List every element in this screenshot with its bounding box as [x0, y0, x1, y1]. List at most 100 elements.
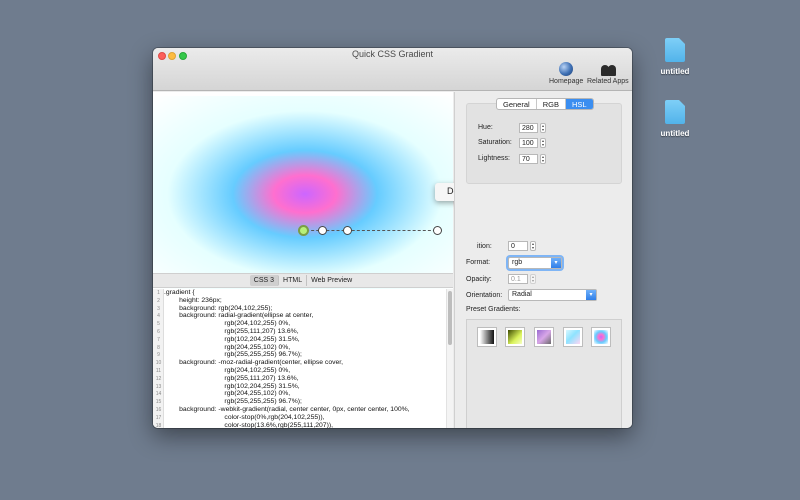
code-text: rgb(204,255,102) 0%, — [164, 343, 291, 351]
format-select[interactable]: rgb ▾ — [508, 257, 562, 269]
people-icon — [599, 62, 617, 76]
hsl-group: Hue: 280 ▴ ▾ Saturation: 100 ▴ ▾ Lightness… — [466, 103, 622, 184]
code-text: rgb(255,111,207) 13.6%, — [164, 374, 299, 382]
preset-swatch-3[interactable] — [534, 327, 554, 347]
tab-html[interactable]: HTML — [279, 275, 308, 286]
code-line: 10 background: -moz-radial-gradient(cent… — [153, 359, 446, 367]
saturation-label: Saturation: — [478, 139, 512, 146]
saturation-input[interactable]: 100 — [519, 138, 538, 148]
code-text: background: -webkit-gradient(radial, cen… — [164, 405, 410, 413]
chevron-down-icon: ▾ — [551, 258, 561, 268]
globe-icon — [559, 62, 574, 76]
related-apps-button[interactable]: Related Apps — [587, 62, 629, 85]
code-editor[interactable]: 1 .gradient {2 height: 236px; 3 background… — [153, 289, 453, 428]
tab-css3[interactable]: CSS 3 — [249, 275, 280, 286]
preset-swatch-4[interactable] — [563, 327, 583, 347]
code-line: 1 .gradient { — [153, 289, 446, 297]
code-line: 18 color-stop(13.6%,rgb(255,111,207)), — [153, 422, 446, 428]
code-line: 14 rgb(204,255,102) 0%, — [153, 390, 446, 398]
code-text: background: radial-gradient(ellipse at c… — [164, 312, 314, 320]
code-text: rgb(204,102,255) 0%, — [164, 366, 291, 374]
code-line: 13 rgb(102,204,255) 31.5%, — [153, 383, 446, 391]
desktop-file-label: untitled — [660, 129, 690, 138]
code-line: 11 rgb(204,102,255) 0%, — [153, 367, 446, 375]
hue-label: Hue: — [478, 124, 493, 131]
document-icon — [665, 100, 685, 124]
settings-panel: Hue: 280 ▴ ▾ Saturation: 100 ▴ ▾ Lightness… — [454, 92, 632, 428]
lightness-stepper[interactable]: ▴ ▾ — [540, 154, 546, 164]
code-text: height: 236px; — [164, 296, 222, 304]
code-tab-bar: CSS 3 HTML Web Preview — [153, 273, 453, 288]
homepage-label: Homepage — [549, 78, 584, 85]
document-icon — [665, 38, 685, 62]
code-line: 12 rgb(255,111,207) 13.6%, — [153, 375, 446, 383]
hue-stepper[interactable]: ▴ ▾ — [540, 123, 546, 133]
code-text: background: rgb(204,102,255); — [164, 304, 273, 312]
position-input[interactable]: 0 — [508, 241, 528, 251]
hue-input[interactable]: 280 — [519, 123, 538, 133]
code-text: color-stop(13.6%,rgb(255,111,207)), — [164, 421, 333, 428]
code-line: 16 background: -webkit-gradient(radial, … — [153, 406, 446, 414]
code-scrollbar[interactable] — [446, 289, 453, 428]
code-line: 7 rgb(102,204,255) 31.5%, — [153, 336, 446, 344]
code-line: 3 background: rgb(204,102,255); — [153, 305, 446, 313]
color-mode-segmented: General RGB HSL — [496, 98, 594, 110]
gradient-stop-handle[interactable] — [433, 226, 442, 235]
desktop-file-icon-2[interactable]: untitled — [645, 100, 705, 138]
code-line: 4 background: radial-gradient(ellipse at… — [153, 312, 446, 320]
related-apps-label: Related Apps — [587, 78, 629, 85]
preset-swatch-2[interactable] — [505, 327, 525, 347]
code-line: 8 rgb(204,255,102) 0%, — [153, 344, 446, 352]
code-text: rgb(102,204,255) 31.5%, — [164, 382, 300, 390]
orientation-label: Orientation: — [466, 292, 503, 299]
desktop-file-icon-1[interactable]: untitled — [645, 38, 705, 76]
scrollbar-thumb[interactable] — [448, 291, 452, 345]
format-label: Format: — [466, 259, 491, 266]
preset-swatch-5[interactable] — [591, 327, 611, 347]
gradient-stop-handle-active[interactable] — [298, 225, 309, 236]
app-window: Quick CSS Gradient Homepage Related Apps… — [153, 48, 632, 428]
code-line: 15 rgb(255,255,255) 96.7%); — [153, 398, 446, 406]
position-label: ition: — [477, 243, 492, 250]
opacity-stepper[interactable]: ▴ ▾ — [530, 274, 536, 284]
gradient-canvas — [153, 96, 453, 292]
title-bar: Quick CSS Gradient Homepage Related Apps — [153, 48, 632, 91]
code-text: rgb(255,255,255) 96.7%); — [164, 398, 302, 406]
code-line: 2 height: 236px; — [153, 297, 446, 305]
gradient-stop-handle[interactable] — [343, 226, 352, 235]
tab-general[interactable]: General — [497, 99, 537, 109]
orientation-select[interactable]: Radial ▾ — [508, 289, 597, 301]
code-text: background: -moz-radial-gradient(center,… — [164, 359, 344, 367]
code-line: 17 color-stop(0%,rgb(204,102,255)), — [153, 414, 446, 422]
opacity-input[interactable]: 0.1 — [508, 274, 528, 284]
code-text: rgb(204,255,102) 0%, — [164, 390, 291, 398]
code-text: rgb(204,102,255) 0%, — [164, 320, 291, 328]
tab-rgb[interactable]: RGB — [537, 99, 566, 109]
chevron-down-icon: ▾ — [586, 290, 596, 300]
lightness-label: Lightness: — [478, 155, 510, 162]
preset-swatch-1[interactable] — [477, 327, 497, 347]
code-line: 6 rgb(255,111,207) 13.6%, — [153, 328, 446, 336]
lightness-input[interactable]: 70 — [519, 154, 538, 164]
saturation-stepper[interactable]: ▴ ▾ — [540, 138, 546, 148]
code-text: rgb(102,204,255) 31.5%, — [164, 335, 300, 343]
preset-gradients-label: Preset Gradients: — [466, 306, 521, 313]
line-number: 18 — [155, 422, 162, 428]
format-value: rgb — [512, 259, 523, 266]
code-text: rgb(255,111,207) 13.6%, — [164, 327, 299, 335]
window-title: Quick CSS Gradient — [351, 49, 434, 59]
tab-hsl[interactable]: HSL — [565, 99, 593, 109]
gradient-stop-handle[interactable] — [318, 226, 327, 235]
tab-web-preview[interactable]: Web Preview — [307, 275, 356, 286]
preset-gradients-grid — [466, 319, 622, 428]
opacity-label: Opacity: — [466, 276, 492, 283]
code-text: .gradient { — [164, 289, 195, 296]
code-lines: 1 .gradient {2 height: 236px; 3 background… — [153, 289, 446, 428]
orientation-value: Radial — [512, 291, 532, 298]
code-text: rgb(255,255,255) 96.7%); — [164, 351, 302, 359]
code-text: color-stop(0%,rgb(204,102,255)), — [164, 413, 325, 421]
homepage-button[interactable]: Homepage — [549, 62, 583, 85]
position-stepper[interactable]: ▴ ▾ — [530, 241, 536, 251]
desktop-file-label: untitled — [660, 67, 690, 76]
code-line: 9 rgb(255,255,255) 96.7%); — [153, 351, 446, 359]
